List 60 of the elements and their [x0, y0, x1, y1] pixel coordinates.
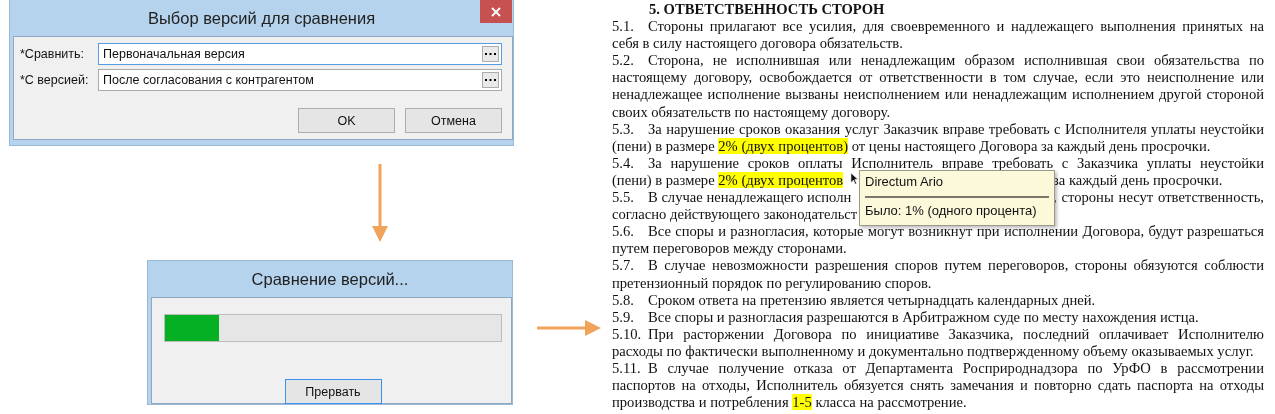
document-text: Стороны прилагают все усилия, для своевременного и надлежащего выполнения принятых на	[648, 18, 1264, 35]
clause-number: 5.1.	[612, 18, 635, 36]
document-text: Сторона, не исполнившая или ненадлежащим образом исполнившая свои обязательства по	[648, 52, 1264, 69]
document-text: Все споры и разногласия, которые могут возникнут при исполнении Договора, будут разрешаться	[648, 223, 1264, 240]
field-label: *С версией:	[20, 73, 90, 87]
highlighted-text: 2% (двух процентов	[718, 171, 844, 188]
document-text: В случае невозможности разрешения споров путем переговоров, стороны обязуются соблюсти	[648, 257, 1264, 274]
clause-number: 5.8.	[612, 291, 635, 309]
document-text: За нарушение сроков оказания услуг Заказчик вправе требовать с Исполнителя уплаты неустойки	[648, 120, 1264, 137]
document-text: настоящему договору, освобождается от ответственности в том случае, если это неисполнение или	[612, 69, 1264, 86]
document-text: (пени) в размере	[612, 171, 715, 188]
clause-number: 5.9.	[612, 308, 635, 326]
input-field[interactable]: После согласования с контрагентом	[98, 69, 502, 91]
document-text: производства и потребления	[612, 394, 789, 411]
highlighted-text: 2% (двух процентов)	[718, 137, 849, 154]
document-text: путем переговоров между сторонами.	[612, 240, 847, 257]
document-text: За нарушение сроков оплаты Исполнитель вправе требовать с Заказчика уплаты неустойки	[648, 154, 1264, 171]
close-icon	[491, 6, 501, 17]
clause-number: 5.7.	[612, 257, 635, 275]
document-text: класса на рассмотрение.	[815, 394, 967, 411]
document-text: ненадлежащее исполнение вызваны неисполнением или ненадлежащим исполнением другой стороной	[612, 86, 1264, 103]
cancel-button[interactable]: Отмена	[405, 108, 502, 133]
document-text: от цены настоящего Договора за каждый день просрочки.	[851, 137, 1211, 154]
document-text: В случае ненадлежащего исполн	[648, 189, 852, 206]
document-text: паспортов на отходы, Исполнитель обязуется снять замечания и повторно сдать паспорта на отходы	[612, 377, 1264, 394]
clause-number: 5.11.	[612, 359, 642, 378]
document-text: При расторжении Договора по инициативе Заказчика, последний оплачивает Исполнителю	[648, 325, 1264, 342]
clause-number: 5.6.	[612, 223, 635, 241]
ellipsis-icon	[485, 78, 496, 82]
field-label: *Сравнить:	[20, 47, 86, 61]
document-text: согласно действующего законодательст	[612, 206, 858, 223]
ok-button[interactable]: OK	[298, 108, 395, 133]
highlighted-text: 1-5	[792, 394, 812, 411]
document-text: себя в силу настоящего договора обязательств.	[612, 35, 903, 52]
document-text: Сроком ответа на претензию является четырнадцать календарных дней.	[648, 291, 1096, 308]
section-heading: 5. ОТВЕТСТВЕННОСТЬ СТОРОН	[648, 1, 886, 19]
clause-number: 5.4.	[612, 154, 635, 172]
window-title: Сравнение версий...	[251, 269, 409, 289]
document-text: своих обязательств по настоящему договору.	[612, 103, 891, 120]
document-text: В случае получение отказа от Департамента Росприроднадзора по УрФО в рассмотрении	[648, 359, 1264, 376]
document-text: претензионный порядок по регулированию споров.	[612, 274, 932, 291]
clause-number: 5.2.	[612, 52, 635, 70]
clause-number: 5.5.	[612, 189, 635, 207]
abort-button[interactable]: Прервать	[284, 379, 382, 404]
window-title: Выбор версий для сравнения	[147, 8, 376, 28]
browse-button[interactable]	[482, 72, 499, 88]
clause-number: 5.3.	[612, 120, 635, 138]
tooltip-text: Было: 1% (одного процента)	[865, 203, 1038, 219]
document-text: (пени) в размере	[612, 137, 715, 154]
close-button[interactable]	[480, 0, 512, 23]
ellipsis-icon	[485, 52, 496, 56]
clause-number: 5.10.	[612, 325, 643, 343]
document-text: Все споры и разногласия разрешаются в Арбитражном суде по месту нахождения истца.	[648, 308, 1199, 325]
document-text: расходы по фактически выполненному и документально подтвержденному объему оказываемых услуг.	[612, 342, 1254, 359]
mouse-pointer-icon	[850, 172, 859, 185]
browse-button[interactable]	[482, 46, 499, 62]
tooltip-title: Directum Ario	[865, 174, 945, 190]
document-text: , стороны несут ответственность,	[1053, 189, 1264, 206]
input-field[interactable]: Первоначальная версия	[98, 43, 502, 65]
right-arrow	[536, 320, 601, 336]
